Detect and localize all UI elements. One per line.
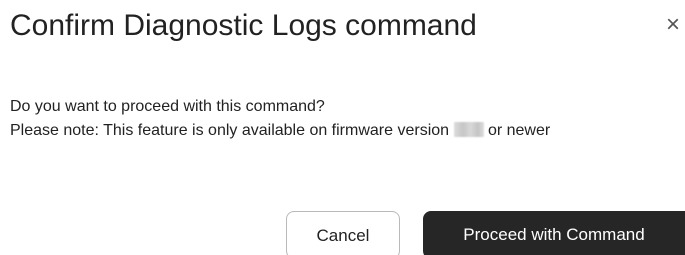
close-icon[interactable]: × [666, 12, 685, 38]
dialog-title: Confirm Diagnostic Logs command [10, 9, 477, 42]
message-line-1: Do you want to proceed with this command… [10, 98, 325, 115]
message-line-2-suffix: or newer [487, 122, 551, 139]
message-line-2: Please note: This feature is only availa… [10, 119, 680, 143]
redacted-version [453, 122, 484, 137]
proceed-with-command-button[interactable]: Proceed with Command [423, 211, 685, 255]
message-line-2-prefix: Please note: This feature is only availa… [10, 122, 450, 139]
confirm-dialog: Confirm Diagnostic Logs command × Do you… [0, 0, 685, 255]
dialog-message: Do you want to proceed with this command… [10, 95, 680, 143]
cancel-button[interactable]: Cancel [286, 211, 400, 255]
